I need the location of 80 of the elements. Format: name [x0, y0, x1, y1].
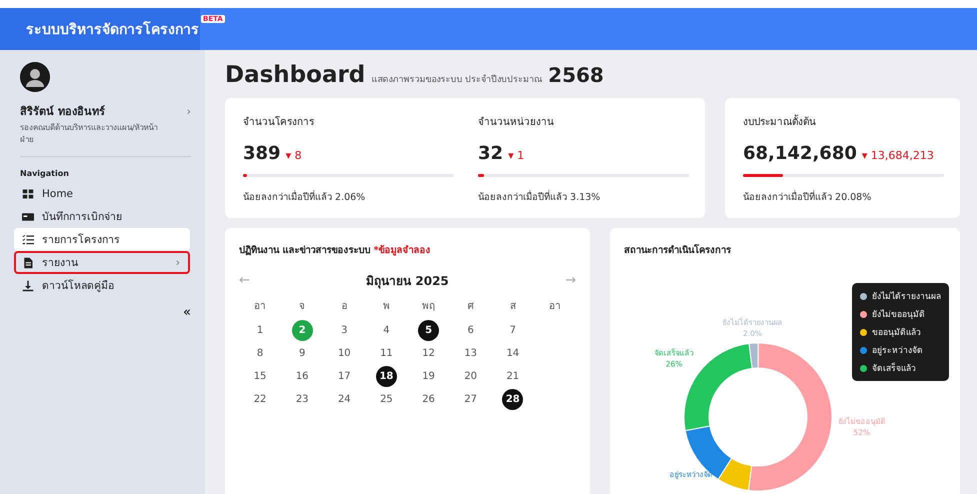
- stat-label: งบประมาณตั้งต้น: [743, 114, 944, 129]
- calendar-day[interactable]: 14: [502, 343, 524, 364]
- calendar-day[interactable]: 11: [376, 343, 397, 364]
- weekday-label: ศ: [466, 300, 475, 314]
- legend-label: ยังไม่ขออนุมัติ: [872, 308, 925, 321]
- stat-note: น้อยลงกว่าเมื่อปีที่แล้ว 3.13%: [478, 189, 602, 204]
- nav-section-title: Navigation: [20, 169, 70, 178]
- avatar-icon: [20, 62, 50, 92]
- calendar-day[interactable]: 22: [250, 389, 271, 410]
- stat-label: จำนวนโครงการ: [243, 115, 315, 129]
- chevron-icon: ›: [176, 256, 180, 269]
- weekday-label: อา: [548, 300, 562, 314]
- legend-label: จัดเสร็จแล้ว: [872, 362, 916, 375]
- calendar-day[interactable]: 5: [418, 320, 440, 341]
- calendar-day[interactable]: 1: [250, 320, 271, 341]
- app-title: ระบบบริหารจัดการโครงการ: [26, 20, 199, 40]
- collapse-button[interactable]: «: [20, 305, 191, 320]
- calendar-day[interactable]: 28: [502, 389, 524, 410]
- nav-item[interactable]: บันทึกการเบิกจ่าย: [14, 205, 190, 228]
- calendar-day[interactable]: 10: [334, 343, 355, 364]
- calendar-day[interactable]: 27: [460, 389, 482, 410]
- nav-icon: [22, 188, 34, 200]
- nav-icon: [22, 234, 34, 246]
- calendar-day[interactable]: 6: [460, 320, 482, 341]
- nav-item[interactable]: รายงาน ›: [14, 251, 190, 274]
- nav-icon: [22, 210, 34, 222]
- user-role: รองคณบดีด้านบริหารและวางแผน/หัวหน้าฝ่าย: [20, 122, 159, 146]
- stat-change: ▾ 1: [508, 149, 524, 162]
- nav-item[interactable]: ดาวน์โหลดคู่มือ: [14, 274, 190, 297]
- weekday-label: จ: [298, 300, 306, 314]
- stat-change: ▾ 8: [286, 149, 302, 162]
- page-title: Dashboard: [225, 62, 366, 88]
- calendar-day[interactable]: 16: [292, 366, 313, 387]
- stat-note: น้อยลงกว่าเมื่อปีที่แล้ว 2.06%: [243, 189, 366, 204]
- chart-title: สถานะการดำเนินโครงการ: [624, 243, 732, 257]
- calendar-day[interactable]: 23: [292, 389, 313, 410]
- calendar-day[interactable]: 25: [376, 389, 397, 410]
- weekday-label: อา: [253, 300, 268, 314]
- legend-dot: [860, 346, 867, 354]
- fiscal-year: 2568: [548, 63, 604, 87]
- calendar-day[interactable]: 7: [502, 320, 524, 341]
- legend-dot: [860, 310, 867, 318]
- calendar-day[interactable]: 15: [250, 366, 271, 387]
- legend-label: ยังไม่ได้รายงานผล: [872, 290, 941, 303]
- calendar-day[interactable]: 12: [418, 343, 440, 364]
- calendar-day[interactable]: 24: [334, 389, 355, 410]
- stat-label: จำนวนหน่วยงาน: [478, 116, 555, 129]
- calendar-day[interactable]: 8: [250, 343, 271, 364]
- nav-item[interactable]: Home: [14, 182, 190, 205]
- stat-value: 389: [243, 143, 281, 164]
- calendar-day[interactable]: 18: [376, 366, 397, 387]
- user-name[interactable]: สิริรัตน์ ทองอินทร์: [20, 102, 105, 120]
- page-subtitle: แสดงภาพรวมของระบบ ประจำปีงบประมาณ: [371, 74, 542, 86]
- stat-value: 68,142,680: [743, 143, 857, 164]
- weekday-label: พฤ: [421, 300, 436, 314]
- calendar-day[interactable]: 26: [418, 389, 440, 410]
- legend-label: ขออนุมัติแล้ว: [872, 327, 921, 339]
- calendar-title: ปฏิทินงาน และข่าวสารของระบบ *ข้อมูลจำลอง: [239, 244, 432, 257]
- calendar-day[interactable]: 17: [334, 366, 355, 387]
- weekday-label: ส: [508, 300, 517, 314]
- calendar-day[interactable]: 9: [292, 343, 313, 364]
- calendar-day[interactable]: 21: [502, 366, 524, 387]
- nav-icon: [22, 256, 34, 268]
- nav-icon: [22, 280, 34, 292]
- calendar-day[interactable]: 19: [418, 366, 440, 387]
- calendar-day[interactable]: 3: [334, 320, 355, 341]
- stat-value: 32: [478, 143, 504, 164]
- stat-change: ▾ 13,684,213: [862, 149, 934, 162]
- legend-label: อยู่ระหว่างจัด: [872, 345, 923, 357]
- calendar-day[interactable]: 20: [460, 366, 482, 387]
- calendar-day[interactable]: 13: [460, 343, 482, 364]
- weekday-label: พ: [382, 300, 391, 314]
- nav-item[interactable]: รายการโครงการ: [14, 228, 190, 251]
- stat-note: น้อยลงกว่าเมื่อปีที่แล้ว 20.08%: [743, 189, 872, 204]
- calendar-month: มิถุนายน 2025: [366, 273, 449, 290]
- calendar-day[interactable]: 4: [376, 320, 397, 341]
- legend-dot: [860, 292, 867, 300]
- weekday-label: อ: [340, 300, 348, 314]
- legend-dot: [860, 364, 867, 372]
- legend-dot: [860, 328, 867, 336]
